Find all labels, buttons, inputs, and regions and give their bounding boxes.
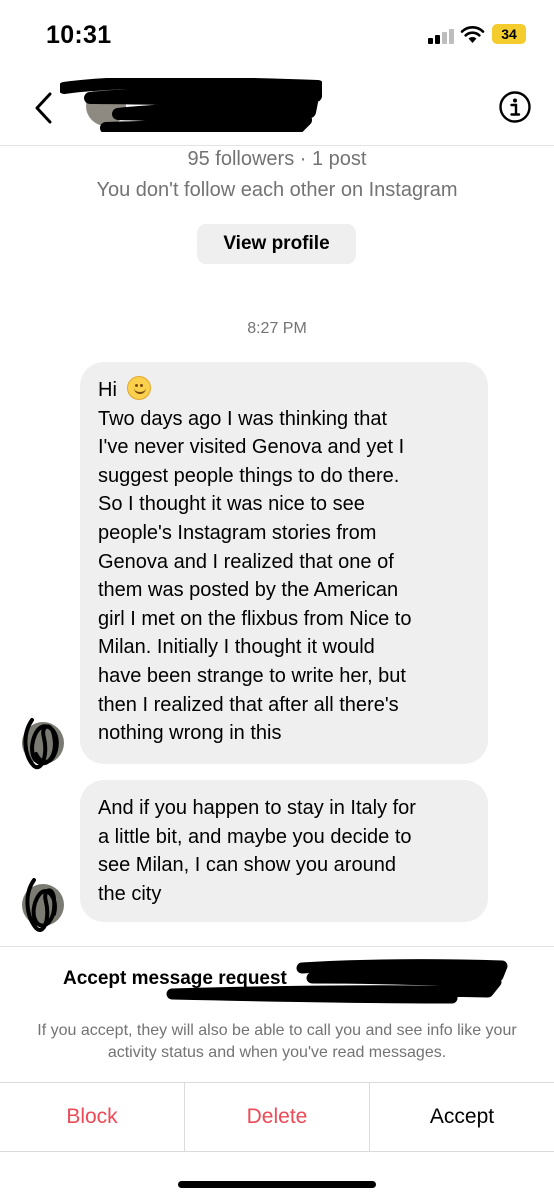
smiling-face-emoji-icon [126, 376, 151, 400]
accept-button[interactable]: Accept [369, 1083, 554, 1151]
message-bubble[interactable]: Hi Two days ago I was thinking that I've… [80, 362, 488, 764]
direct-message-request-screen: 10:31 34 95 followers · 1 post You don't… [0, 0, 554, 1200]
message-line: nothing wrong in this [98, 722, 282, 745]
sender-avatar[interactable] [22, 878, 64, 932]
divider [0, 946, 554, 947]
message-line: So I thought it was nice to see [98, 493, 365, 516]
wifi-icon [460, 26, 485, 43]
message-line: them was posted by the American [98, 579, 399, 602]
message-line: Hi [98, 376, 470, 405]
follow-relation-text: You don't follow each other on Instagram [96, 179, 458, 201]
sender-avatar[interactable] [22, 718, 64, 770]
accept-request-info: If you accept, they will also be able to… [37, 1022, 517, 1061]
info-circle-icon[interactable] [498, 90, 532, 124]
message-line: people's Instagram stories from [98, 521, 377, 544]
status-time: 10:31 [46, 21, 112, 49]
message-line: see Milan, I can show you around [98, 854, 396, 877]
message-line: a little bit, and maybe you decide to [98, 825, 412, 848]
message-line: have been strange to write her, but [98, 664, 406, 687]
message-line: And if you happen to stay in Italy for [98, 797, 416, 819]
battery-icon: 34 [492, 24, 526, 44]
redaction-scribble [166, 959, 508, 1004]
message-line: then I realized that after all there's [98, 693, 399, 716]
message-timestamp: 8:27 PM [247, 320, 307, 337]
redaction-scribble [23, 718, 59, 770]
message-line: Two days ago I was thinking that [98, 407, 388, 430]
message-line: girl I met on the flixbus from Nice to [98, 607, 412, 630]
status-bar: 10:31 34 [0, 0, 554, 70]
message-line: I've never visited Genova and yet I [98, 436, 405, 459]
message-line: suggest people things to do there. [98, 464, 400, 487]
home-indicator [178, 1181, 376, 1188]
message-bubble[interactable]: And if you happen to stay in Italy for a… [80, 780, 488, 922]
thread-header [0, 70, 554, 146]
message-line: Genova and I realized that one of [98, 550, 394, 573]
redaction-scribble [60, 78, 322, 132]
block-button[interactable]: Block [0, 1083, 184, 1151]
message-line: the city [98, 882, 162, 905]
delete-button[interactable]: Delete [184, 1083, 369, 1151]
cellular-signal-icon [428, 28, 454, 44]
chevron-left-icon[interactable] [30, 90, 58, 126]
request-actions: Block Delete Accept [0, 1082, 554, 1152]
view-profile-button[interactable]: View profile [197, 224, 356, 264]
followers-count: 95 followers · 1 post [187, 148, 367, 170]
message-line: Milan. Initially I thought it would [98, 636, 375, 659]
redaction-scribble [25, 878, 57, 932]
